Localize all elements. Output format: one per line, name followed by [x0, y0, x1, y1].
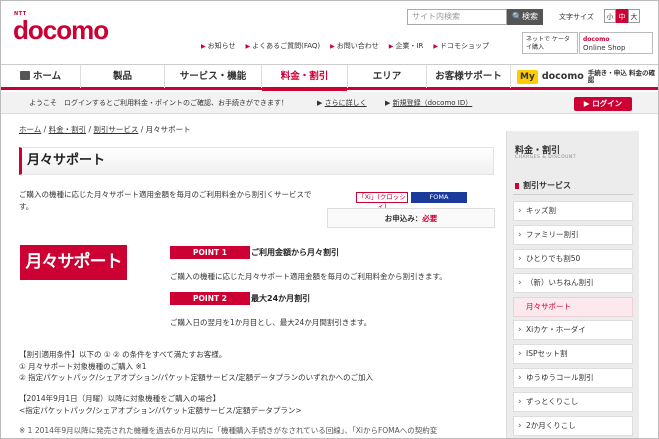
more-info-link[interactable]: ▶ さらに詳しく — [317, 92, 367, 114]
intro-text: ご購入の機種に応じた月々サポート適用金額を毎月のご利用料金から割引くサービスです… — [19, 190, 312, 211]
sidebar-item-ichinen[interactable]: （新）いちねん割引 — [513, 272, 633, 293]
page-title-box: 月々サポート — [19, 147, 494, 175]
welcome-bar: ようこそ ログインするとご利用料金・ポイントのご確認、お手続きができます！ ▶ … — [1, 92, 658, 114]
nav-mydocomo[interactable]: My docomo 手続き・申込 料金の確認 — [511, 65, 658, 88]
page-title: 月々サポート — [27, 153, 106, 168]
util-link-shop[interactable]: ▶ ドコモショップ — [433, 41, 489, 51]
nav-support[interactable]: お客様サポート — [427, 65, 511, 88]
condition-1[interactable]: ① 月々サポート対象機種のご購入 ※1 — [19, 361, 489, 372]
util-link-faq[interactable]: ▶ よくあるご質問(FAQ) — [246, 41, 321, 51]
breadcrumb-discounts[interactable]: 割引サービス — [93, 125, 138, 134]
login-button[interactable]: ▶ ログイン — [574, 97, 632, 111]
breadcrumb-charges[interactable]: 料金・割引 — [49, 125, 87, 134]
point1-badge: POINT 1 — [170, 246, 250, 259]
shop-banner-label: Online Shop — [583, 44, 626, 52]
font-size-medium[interactable]: 中 — [616, 9, 628, 23]
breadcrumb: ホーム / 料金・割引 / 割引サービス / 月々サポート — [19, 125, 191, 134]
search-button[interactable]: 🔍検索 — [507, 9, 543, 25]
search-input[interactable]: サイト内検索 — [407, 9, 507, 25]
shop-banner-brand: docomo — [583, 36, 610, 43]
sidebar-item-yuyu[interactable]: ゆうゆうコール割引 — [513, 368, 633, 389]
sidebar-item-zutto[interactable]: ずっとくりこし — [513, 392, 633, 413]
nav-area[interactable]: エリア — [348, 65, 427, 88]
breadcrumb-current: 月々サポート — [145, 125, 191, 134]
condition-2: ② 指定パケットパック/シェアオプション/パケット定額サービス/定額データプラン… — [19, 373, 374, 382]
online-shop-banner[interactable]: docomo Online Shop — [579, 32, 653, 54]
search-button-label: 検索 — [521, 12, 538, 21]
font-size-label: 文字サイズ — [559, 13, 594, 21]
plan-list: <指定パケットパック/シェアオプション/パケット定額サービス/定額データプラン> — [19, 406, 302, 415]
sidebar-list: キッズ割 ファミリー割引 ひとりでも割50 （新）いちねん割引 月々サポート X… — [513, 201, 633, 438]
util-link-ir[interactable]: ▶ 企業・IR — [389, 41, 424, 51]
global-nav: ホーム 製品 サービス・機能 料金・割引 エリア お客様サポート My doco… — [1, 64, 658, 91]
font-size-small[interactable]: 小 — [604, 9, 616, 23]
apply-required-box: お申込み：必要 — [327, 208, 495, 228]
nav-services[interactable]: サービス・機能 — [165, 65, 262, 88]
sidebar-item-tsukizuki[interactable]: 月々サポート — [513, 296, 633, 317]
sidebar-item-family[interactable]: ファミリー割引 — [513, 224, 633, 245]
service-logo-card: 月々サポート — [20, 245, 127, 280]
xi-tag: 「Xi」(クロッシィ) — [356, 192, 408, 210]
home-icon — [19, 71, 30, 80]
welcome-text: ようこそ ログインするとご利用料金・ポイントのご確認、お手続きができます！ — [29, 99, 288, 107]
utility-links: ▶ お知らせ ▶ よくあるご質問(FAQ) ▶ お問い合わせ ▶ 企業・IR ▶ ドコモシ… — [201, 41, 489, 51]
point2-title: 最大24か月割引 — [251, 294, 311, 303]
apply-required-value: 必要 — [422, 214, 438, 223]
nav-charges[interactable]: 料金・割引 — [262, 65, 348, 91]
mydocomo-sub: 手続き・申込 料金の確認 — [587, 68, 656, 84]
nav-products[interactable]: 製品 — [81, 65, 165, 88]
font-size-large[interactable]: 大 — [628, 9, 640, 23]
nav-home[interactable]: ホーム — [1, 65, 81, 88]
mydocomo-badge: My — [517, 69, 538, 84]
signup-link[interactable]: ▶ 新規登録（docomo ID） — [385, 92, 472, 114]
sidebar-item-hitoride[interactable]: ひとりでも割50 — [513, 248, 633, 269]
point2-badge: POINT 2 — [170, 292, 250, 305]
purchase-after-sep: 【2014年9月1日（月曜）以降に対象機種をご購入の場合】 — [19, 394, 221, 403]
point2-desc: ご購入日の翌月を1か月目とし、最大24か月間割引きます。 — [170, 318, 372, 327]
note-1: ※ 1 2014年9月以降に発売された機種を過去6か月以内に「機種購入手続きがな… — [19, 426, 438, 435]
util-link-contact[interactable]: ▶ お問い合わせ — [330, 41, 379, 51]
sidebar-item-2kagetsu[interactable]: 2か月くりこし — [513, 416, 633, 437]
sidebar-item-xikake[interactable]: Xiカケ・ホーダイ — [513, 320, 633, 341]
conditions-heading: 【割引適用条件】以下の ① ② の条件をすべて満たすお客様。 — [19, 350, 227, 359]
net-purchase-banner[interactable]: ネットで ケータイ購入 — [522, 32, 578, 54]
page-frame: NTT docomo サイト内検索 🔍検索 文字サイズ 小 中 大 ▶ お知らせ … — [0, 0, 659, 439]
util-link-news[interactable]: ▶ お知らせ — [201, 41, 236, 51]
point1-title: ご利用金額から月々割引 — [251, 248, 339, 257]
breadcrumb-home[interactable]: ホーム — [19, 125, 41, 134]
sidebar-item-kids[interactable]: キッズ割 — [513, 201, 633, 221]
sidebar-item-isp[interactable]: ISPセット割 — [513, 344, 633, 365]
docomo-logo[interactable]: docomo — [13, 15, 109, 45]
point1-desc: ご購入の機種に応じた月々サポート適用金額を毎月のご利用料金から割引きます。 — [170, 272, 447, 281]
sidebar-section-discounts[interactable]: 割引サービス — [513, 177, 633, 195]
foma-tag: FOMA — [411, 192, 467, 203]
mydocomo-label: docomo — [541, 71, 584, 82]
sidebar-heading-sub: CHARGES & DISCOUNT — [515, 155, 577, 160]
